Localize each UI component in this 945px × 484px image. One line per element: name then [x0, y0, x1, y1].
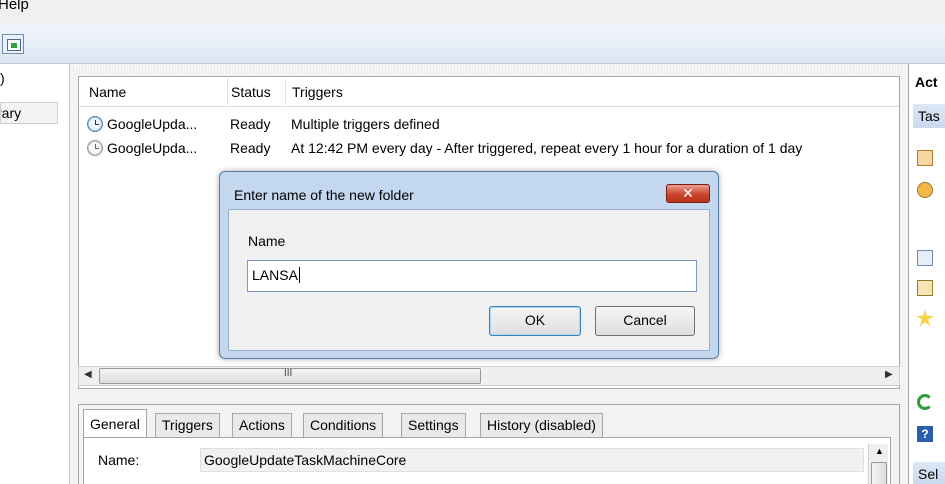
dialog-body: Name LANSA OK Cancel: [228, 209, 710, 351]
pane-splitter[interactable]: [73, 68, 903, 74]
tab-triggers[interactable]: Triggers: [155, 413, 220, 437]
scrollbar-thumb[interactable]: [871, 462, 887, 484]
create-basic-task-icon[interactable]: [917, 150, 933, 166]
enable-history-icon[interactable]: [917, 280, 933, 296]
ok-button[interactable]: OK: [489, 306, 581, 336]
console-tree: ) rary: [0, 64, 70, 484]
help-icon[interactable]: ?: [917, 426, 933, 442]
task-name: GoogleUpda...: [107, 116, 198, 132]
menu-bar: Help: [0, 0, 945, 24]
name-label: Name:: [98, 452, 140, 468]
scrollbar-grip: III: [284, 368, 293, 379]
vertical-scrollbar[interactable]: ▲: [868, 444, 888, 484]
task-status: Ready: [230, 116, 271, 132]
new-folder-icon[interactable]: [917, 310, 933, 326]
refresh-icon[interactable]: [917, 394, 933, 410]
task-detail-pane: General Triggers Actions Conditions Sett…: [78, 404, 900, 484]
task-clock-icon: [87, 140, 103, 156]
column-divider[interactable]: [285, 79, 286, 105]
dialog-titlebar[interactable]: Enter name of the new folder ✕: [220, 172, 718, 203]
scrollbar-thumb[interactable]: III: [99, 368, 481, 384]
tab-history[interactable]: History (disabled): [480, 413, 603, 437]
column-divider[interactable]: [227, 79, 228, 105]
text-caret: [298, 267, 300, 283]
horizontal-scrollbar[interactable]: ◀ III ▶: [78, 366, 900, 386]
cancel-button[interactable]: Cancel: [595, 306, 695, 336]
close-icon[interactable]: ✕: [666, 184, 710, 203]
task-list-header: Name Status Triggers: [79, 77, 899, 107]
task-clock-icon: [87, 116, 103, 132]
actions-pane: Act Tas ? Sel: [908, 64, 945, 484]
tab-conditions[interactable]: Conditions: [303, 413, 384, 437]
name-value-field[interactable]: GoogleUpdateTaskMachineCore: [200, 448, 864, 472]
tab-actions[interactable]: Actions: [232, 413, 292, 437]
table-row[interactable]: GoogleUpda... Ready At 12:42 PM every da…: [79, 137, 899, 161]
column-header-status[interactable]: Status: [231, 84, 271, 100]
tree-item-library[interactable]: rary: [0, 102, 58, 124]
tab-settings[interactable]: Settings: [401, 413, 466, 437]
actions-section-header[interactable]: Tas: [913, 104, 945, 128]
actions-title: Act: [915, 74, 938, 90]
new-folder-dialog: Enter name of the new folder ✕ Name LANS…: [219, 171, 719, 359]
scroll-up-icon[interactable]: ▲: [875, 446, 884, 456]
task-triggers: At 12:42 PM every day - After triggered,…: [291, 140, 803, 156]
column-header-triggers[interactable]: Triggers: [292, 84, 343, 100]
selected-item-header[interactable]: Sel: [913, 462, 945, 484]
show-hide-console-tree-icon[interactable]: [2, 34, 24, 54]
folder-name-value: LANSA: [252, 267, 298, 283]
folder-name-input[interactable]: LANSA: [247, 260, 697, 292]
task-status: Ready: [230, 140, 271, 156]
dialog-title: Enter name of the new folder: [234, 187, 414, 203]
scroll-right-icon[interactable]: ▶: [885, 369, 893, 380]
folder-name-label: Name: [248, 233, 286, 249]
display-running-tasks-icon[interactable]: [917, 250, 933, 266]
table-row[interactable]: GoogleUpda... Ready Multiple triggers de…: [79, 113, 899, 137]
tab-general[interactable]: General: [83, 409, 147, 439]
scroll-left-icon[interactable]: ◀: [84, 369, 92, 380]
menu-help[interactable]: Help: [0, 0, 29, 13]
task-triggers: Multiple triggers defined: [291, 116, 440, 132]
tree-item-root[interactable]: ): [0, 70, 5, 86]
toolbar: [0, 24, 945, 64]
create-task-icon[interactable]: [917, 182, 933, 198]
general-tab-body: Name: GoogleUpdateTaskMachineCore ▲: [83, 437, 891, 484]
task-name: GoogleUpda...: [107, 140, 198, 156]
column-header-name[interactable]: Name: [89, 84, 126, 100]
